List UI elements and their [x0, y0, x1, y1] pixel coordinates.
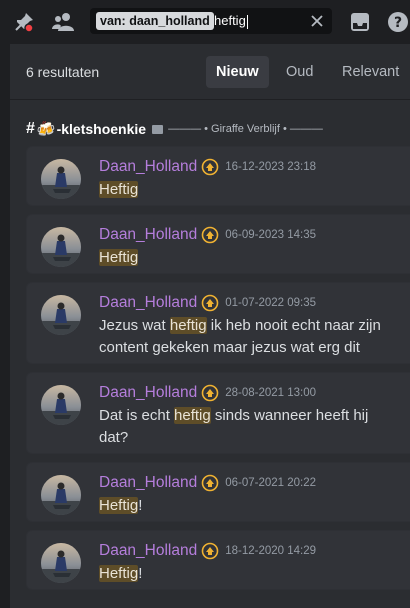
message-timestamp: 06-09-2023 14:35	[225, 229, 317, 241]
message-header: Daan_Holland 06-07-2021 20:22	[99, 473, 316, 493]
search-highlight: heftig	[169, 317, 207, 334]
message-content: Heftig!	[99, 495, 399, 517]
message-content: Jezus wat heftig ik heb nooit echt naar …	[99, 315, 399, 359]
message-header: Daan_Holland 16-12-2023 23:18	[99, 157, 316, 177]
message-card[interactable]: Daan_Holland 06-09-2023 14:35 Heftig	[26, 214, 410, 274]
message-timestamp: 16-12-2023 23:18	[225, 161, 317, 173]
message-card[interactable]: Daan_Holland 16-12-2023 23:18 Heftig	[26, 146, 410, 206]
search-highlight: Heftig	[99, 181, 139, 198]
avatar[interactable]	[41, 475, 81, 515]
avatar[interactable]	[41, 385, 81, 425]
text-caret	[246, 14, 248, 29]
message-card[interactable]: Daan_Holland 28-08-2021 13:00 Dat is echt …	[26, 372, 410, 454]
author-name[interactable]: Daan_Holland	[99, 225, 197, 245]
author-name[interactable]: Daan_Holland	[99, 473, 197, 493]
search-highlight: Heftig	[99, 565, 139, 582]
tab-relevant[interactable]: Relevant	[332, 56, 409, 88]
message-card[interactable]: Daan_Holland 06-07-2021 20:22 Heftig!	[26, 462, 410, 522]
hypesquad-badge-icon[interactable]	[201, 384, 219, 402]
message-content: Dat is echt heftig sinds wanneer heeft h…	[99, 405, 399, 449]
message-content: Heftig	[99, 179, 399, 201]
message-text: !	[138, 565, 143, 582]
channel-category: ——— • Giraffe Verblijf • ———	[168, 123, 323, 135]
message-timestamp: 06-07-2021 20:22	[225, 477, 317, 489]
message-timestamp: 18-12-2020 14:29	[225, 545, 317, 557]
search-input[interactable]: van: daan_holland heftig	[90, 8, 332, 34]
search-query[interactable]: heftig	[214, 12, 248, 30]
search-results-panel: 6 resultaten Nieuw Oud Relevant # 🍻 -kle…	[10, 44, 410, 608]
avatar[interactable]	[41, 159, 81, 199]
message-content: Heftig!	[99, 563, 399, 585]
folder-icon	[152, 124, 164, 134]
inbox-icon[interactable]	[346, 8, 374, 36]
message-card[interactable]: Daan_Holland 01-07-2022 09:35 Jezus wat he…	[26, 282, 410, 364]
avatar[interactable]	[41, 227, 81, 267]
filter-value: daan_holland	[129, 14, 210, 28]
hypesquad-badge-icon[interactable]	[201, 158, 219, 176]
svg-text:?: ?	[394, 15, 402, 31]
message-text: !	[138, 497, 143, 514]
help-icon[interactable]: ?	[384, 8, 410, 36]
author-name[interactable]: Daan_Holland	[99, 383, 197, 403]
hypesquad-badge-icon[interactable]	[201, 474, 219, 492]
author-name[interactable]: Daan_Holland	[99, 293, 197, 313]
clear-search-icon[interactable]	[308, 12, 326, 30]
message-text: Jezus wat	[99, 317, 170, 334]
members-icon[interactable]	[50, 8, 78, 36]
hypesquad-badge-icon[interactable]	[201, 542, 219, 560]
pin-icon[interactable]	[10, 8, 38, 36]
message-header: Daan_Holland 01-07-2022 09:35	[99, 293, 316, 313]
message-header: Daan_Holland 06-09-2023 14:35	[99, 225, 316, 245]
search-highlight: Heftig	[99, 497, 139, 514]
channel-header[interactable]: # 🍻 -kletshoenkie ——— • Giraffe Verblijf…	[26, 118, 323, 140]
channel-name: -kletshoenkie	[56, 121, 147, 137]
results-header: 6 resultaten Nieuw Oud Relevant	[10, 44, 410, 100]
avatar[interactable]	[41, 295, 81, 335]
hypesquad-badge-icon[interactable]	[201, 294, 219, 312]
results-count: 6 resultaten	[26, 64, 100, 80]
tab-oud[interactable]: Oud	[276, 56, 323, 88]
toolbar: van: daan_holland heftig ?	[0, 0, 410, 44]
tab-nieuw[interactable]: Nieuw	[206, 56, 269, 88]
search-highlight: Heftig	[99, 249, 139, 266]
message-text: Dat is echt	[99, 407, 175, 424]
author-name[interactable]: Daan_Holland	[99, 541, 197, 561]
channel-hash-icon: #	[26, 120, 35, 137]
hypesquad-badge-icon[interactable]	[201, 226, 219, 244]
message-timestamp: 01-07-2022 09:35	[225, 297, 317, 309]
message-content: Heftig	[99, 247, 399, 269]
message-header: Daan_Holland 18-12-2020 14:29	[99, 541, 316, 561]
beer-emoji-icon: 🍻	[36, 121, 56, 138]
message-header: Daan_Holland 28-08-2021 13:00	[99, 383, 316, 403]
search-query-text: heftig	[214, 13, 246, 28]
message-timestamp: 28-08-2021 13:00	[225, 387, 317, 399]
search-filter-chip[interactable]: van: daan_holland	[96, 12, 214, 30]
filter-key: van:	[100, 14, 126, 28]
search-highlight: heftig	[174, 407, 211, 424]
message-card[interactable]: Daan_Holland 18-12-2020 14:29 Heftig!	[26, 530, 410, 590]
avatar[interactable]	[41, 543, 81, 583]
author-name[interactable]: Daan_Holland	[99, 157, 197, 177]
